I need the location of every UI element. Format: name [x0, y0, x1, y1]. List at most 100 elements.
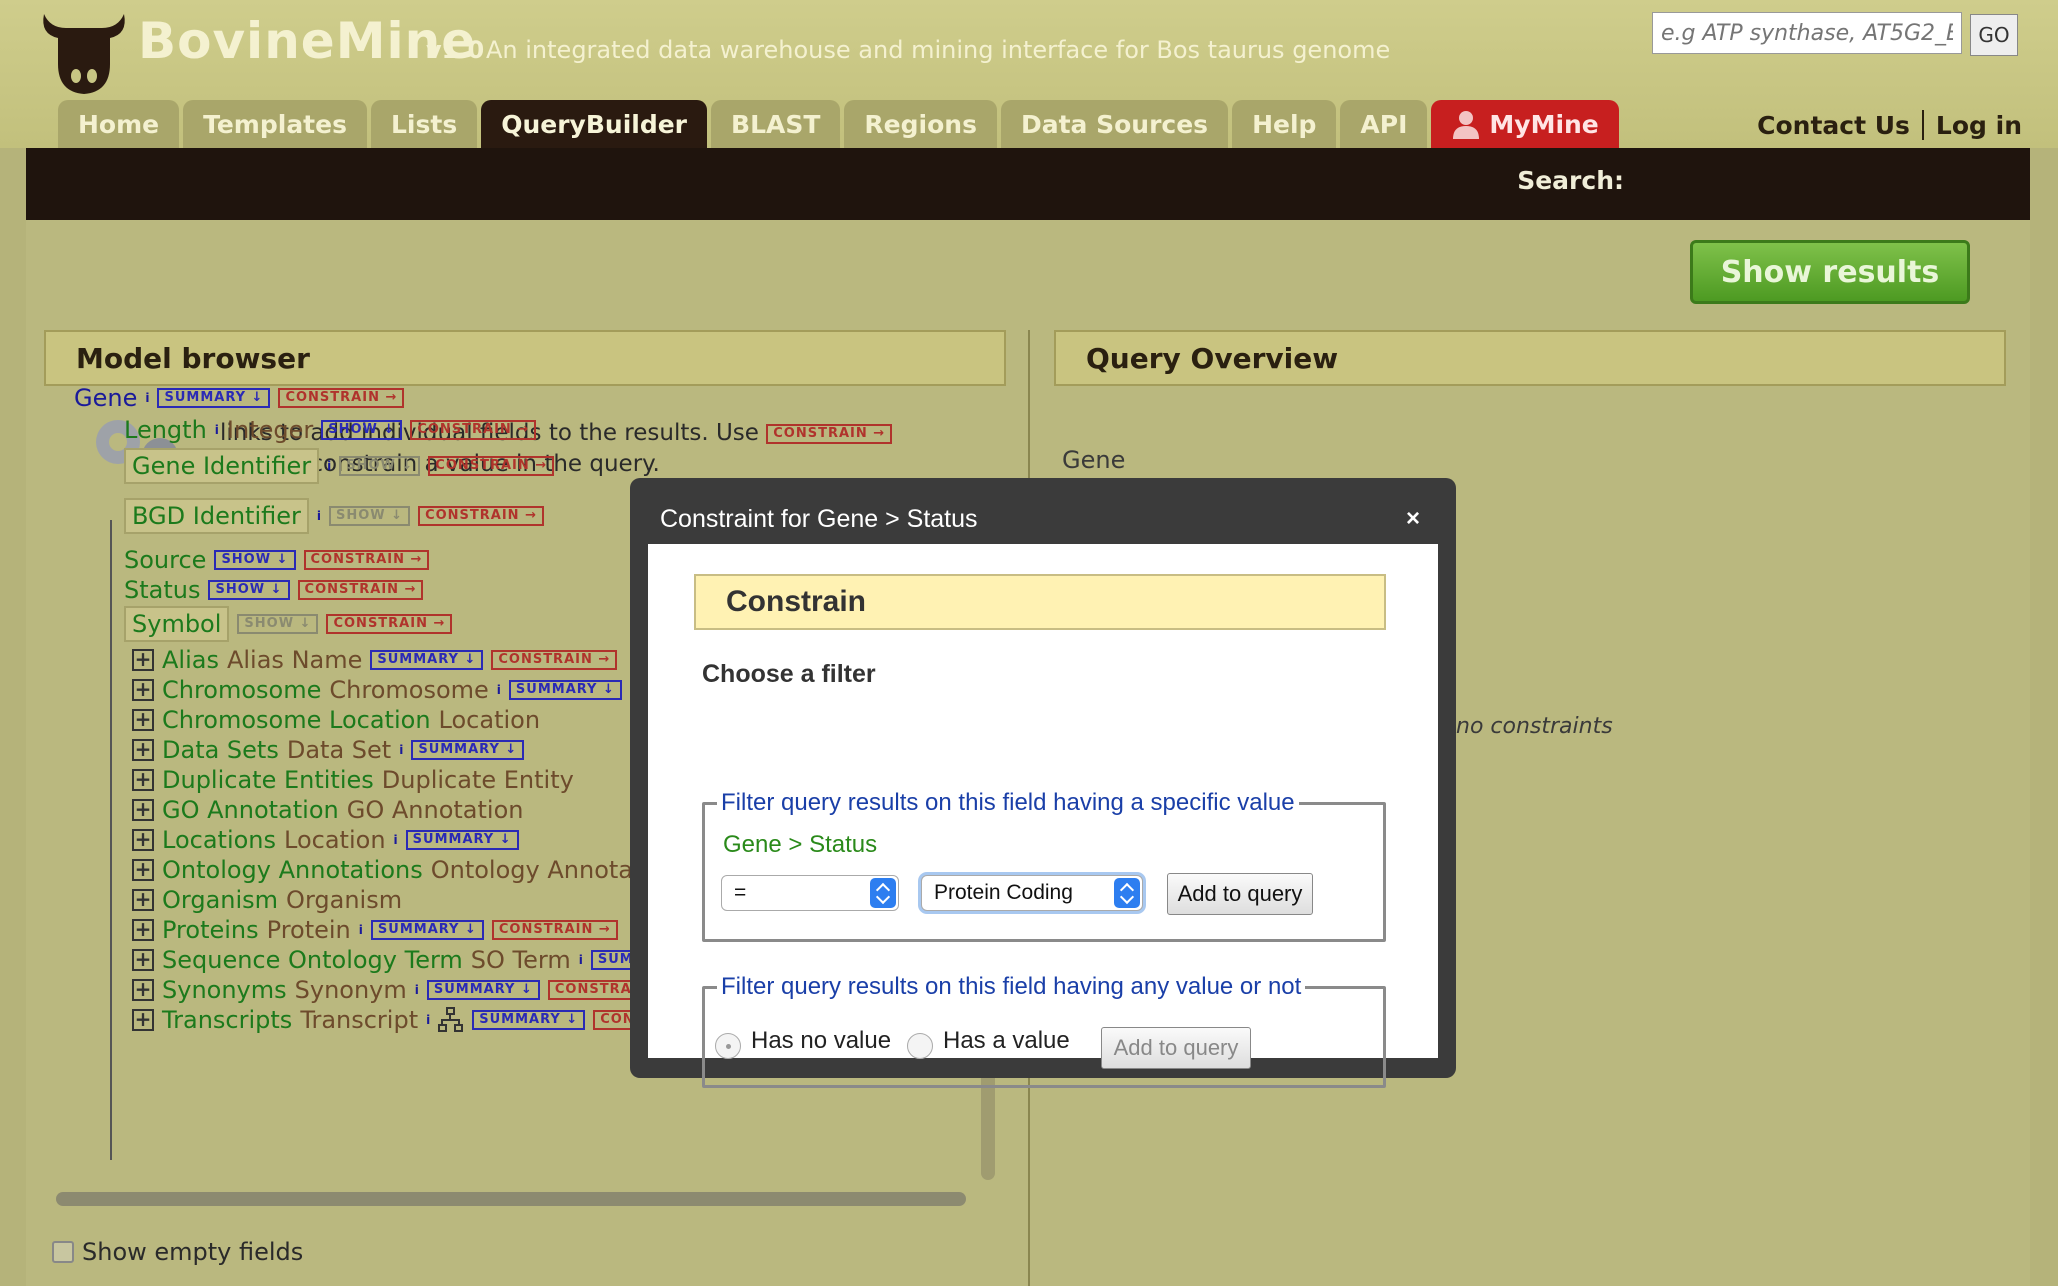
info-icon[interactable]: i [145, 391, 149, 405]
contact-us-link[interactable]: Contact Us [1757, 111, 1910, 140]
tab-regions[interactable]: Regions [844, 100, 997, 148]
expand-icon[interactable]: + [132, 709, 154, 731]
ref-type: Transcript [300, 1006, 419, 1034]
tab-help[interactable]: Help [1232, 100, 1337, 148]
search-input[interactable] [1652, 12, 1962, 54]
add-to-query-button[interactable]: Add to query [1167, 873, 1313, 915]
constrain-badge[interactable]: CONSTRAIN → [410, 420, 537, 440]
constrain-badge[interactable]: CONSTRAIN → [418, 506, 544, 526]
summary-badge[interactable]: SUMMARY ↓ [157, 388, 271, 408]
ref-row-duplicate-entities: + Duplicate Entities Duplicate Entity [132, 766, 574, 794]
info-icon[interactable]: i [399, 743, 403, 757]
tab-blast[interactable]: BLAST [711, 100, 841, 148]
show-badge: SHOW ↓ [329, 506, 411, 526]
constrain-badge[interactable]: CONSTRAIN → [303, 550, 430, 570]
field-row-source: Source SHOW ↓ CONSTRAIN → [124, 546, 430, 574]
ref-row-organism: + Organism Organism [132, 886, 402, 914]
tab-lists[interactable]: Lists [370, 100, 478, 148]
show-badge[interactable]: SHOW ↓ [208, 580, 290, 600]
dialog-titlebar[interactable]: Constraint for Gene > Status × [648, 494, 1438, 544]
expand-icon[interactable]: + [132, 979, 154, 1001]
summary-badge[interactable]: SUMMARY ↓ [426, 980, 540, 1000]
specific-value-filter: Filter query results on this field havin… [702, 789, 1386, 942]
expand-icon[interactable]: + [132, 949, 154, 971]
ref-name: Data Sets [162, 736, 279, 764]
has-no-value-label[interactable]: Has no value [751, 1027, 891, 1055]
info-icon[interactable]: i [394, 833, 398, 847]
tab-templates[interactable]: Templates [183, 100, 367, 148]
horizontal-scrollbar[interactable] [56, 1192, 966, 1206]
expand-icon[interactable]: + [132, 1009, 154, 1031]
ref-name: Chromosome Location [162, 706, 431, 734]
expand-icon[interactable]: + [132, 769, 154, 791]
expand-icon[interactable]: + [132, 739, 154, 761]
info-icon[interactable]: i [327, 459, 331, 473]
expand-icon[interactable]: + [132, 679, 154, 701]
operator-select[interactable]: = [721, 875, 899, 911]
expand-icon[interactable]: + [132, 829, 154, 851]
cow-logo-icon[interactable] [36, 4, 132, 96]
show-badge: SHOW ↓ [237, 614, 319, 634]
tree-connector [110, 520, 112, 1160]
add-to-query-null-button[interactable]: Add to query [1101, 1027, 1251, 1069]
tree-structure-icon[interactable] [438, 1007, 464, 1033]
model-browser-title: Model browser [44, 330, 1006, 386]
constrain-badge[interactable]: CONSTRAIN → [297, 580, 424, 600]
show-badge[interactable]: SHOW ↓ [321, 420, 403, 440]
no-constraints-text: no constraints [1456, 714, 1613, 739]
tab-api[interactable]: API [1340, 100, 1428, 148]
expand-icon[interactable]: + [132, 919, 154, 941]
expand-icon[interactable]: + [132, 799, 154, 821]
expand-icon[interactable]: + [132, 859, 154, 881]
query-overview-gene: Gene [1062, 446, 1126, 474]
constrain-badge[interactable]: CONSTRAIN → [326, 614, 453, 634]
query-overview-title: Query Overview [1054, 330, 2006, 386]
close-icon[interactable]: × [1388, 494, 1438, 544]
show-results-button[interactable]: Show results [1690, 240, 1970, 304]
show-empty-fields-checkbox[interactable] [52, 1241, 74, 1263]
info-icon[interactable]: i [317, 509, 321, 523]
expand-icon[interactable]: + [132, 889, 154, 911]
log-in-link[interactable]: Log in [1936, 111, 2022, 140]
info-icon[interactable]: i [359, 923, 363, 937]
value-select[interactable]: Protein Coding [921, 875, 1143, 911]
constrain-badge[interactable]: CONSTRAIN → [428, 456, 555, 476]
summary-badge[interactable]: SUMMARY ↓ [370, 650, 484, 670]
summary-badge[interactable]: SUMMARY ↓ [411, 740, 525, 760]
tab-querybuilder[interactable]: QueryBuilder [481, 100, 708, 148]
select-arrows-icon [1114, 878, 1140, 908]
has-no-value-radio[interactable] [715, 1033, 741, 1059]
ref-row-alias: + Alias Alias Name SUMMARY ↓ CONSTRAIN → [132, 646, 618, 674]
account-links: Contact Us Log in [1757, 110, 2022, 140]
tab-mymine[interactable]: MyMine [1431, 100, 1619, 148]
tab-data-sources[interactable]: Data Sources [1000, 100, 1229, 148]
info-icon[interactable]: i [215, 423, 219, 437]
expand-icon[interactable]: + [132, 649, 154, 671]
show-badge[interactable]: SHOW ↓ [214, 550, 296, 570]
operator-value: = [734, 881, 747, 904]
field-row-status: Status SHOW ↓ CONSTRAIN → [124, 576, 424, 604]
summary-badge[interactable]: SUMMARY ↓ [370, 920, 484, 940]
search-go-button[interactable]: GO [1970, 14, 2018, 56]
ref-name: GO Annotation [162, 796, 339, 824]
select-arrows-icon [870, 878, 896, 908]
info-icon[interactable]: i [497, 683, 501, 697]
ref-name: Sequence Ontology Term [162, 946, 463, 974]
ref-type: Data Set [286, 736, 392, 764]
constrain-badge-example: CONSTRAIN → [766, 423, 893, 444]
has-a-value-label[interactable]: Has a value [943, 1027, 1070, 1055]
summary-badge[interactable]: SUMMARY ↓ [472, 1010, 586, 1030]
field-row-bgd-identifier: BGD Identifier i SHOW ↓ CONSTRAIN → [124, 498, 544, 534]
info-icon[interactable]: i [415, 983, 419, 997]
root-gene-label[interactable]: Gene [74, 384, 137, 412]
constrain-badge[interactable]: CONSTRAIN → [491, 650, 618, 670]
has-a-value-radio[interactable] [907, 1033, 933, 1059]
info-icon[interactable]: i [579, 953, 583, 967]
tab-home[interactable]: Home [58, 100, 180, 148]
constrain-badge[interactable]: CONSTRAIN → [278, 388, 405, 408]
summary-badge[interactable]: SUMMARY ↓ [405, 830, 519, 850]
summary-badge[interactable]: SUMMARY ↓ [508, 680, 622, 700]
constrain-badge[interactable]: CONSTRAIN → [491, 920, 618, 940]
field-name: Length [124, 416, 207, 444]
info-icon[interactable]: i [426, 1013, 430, 1027]
